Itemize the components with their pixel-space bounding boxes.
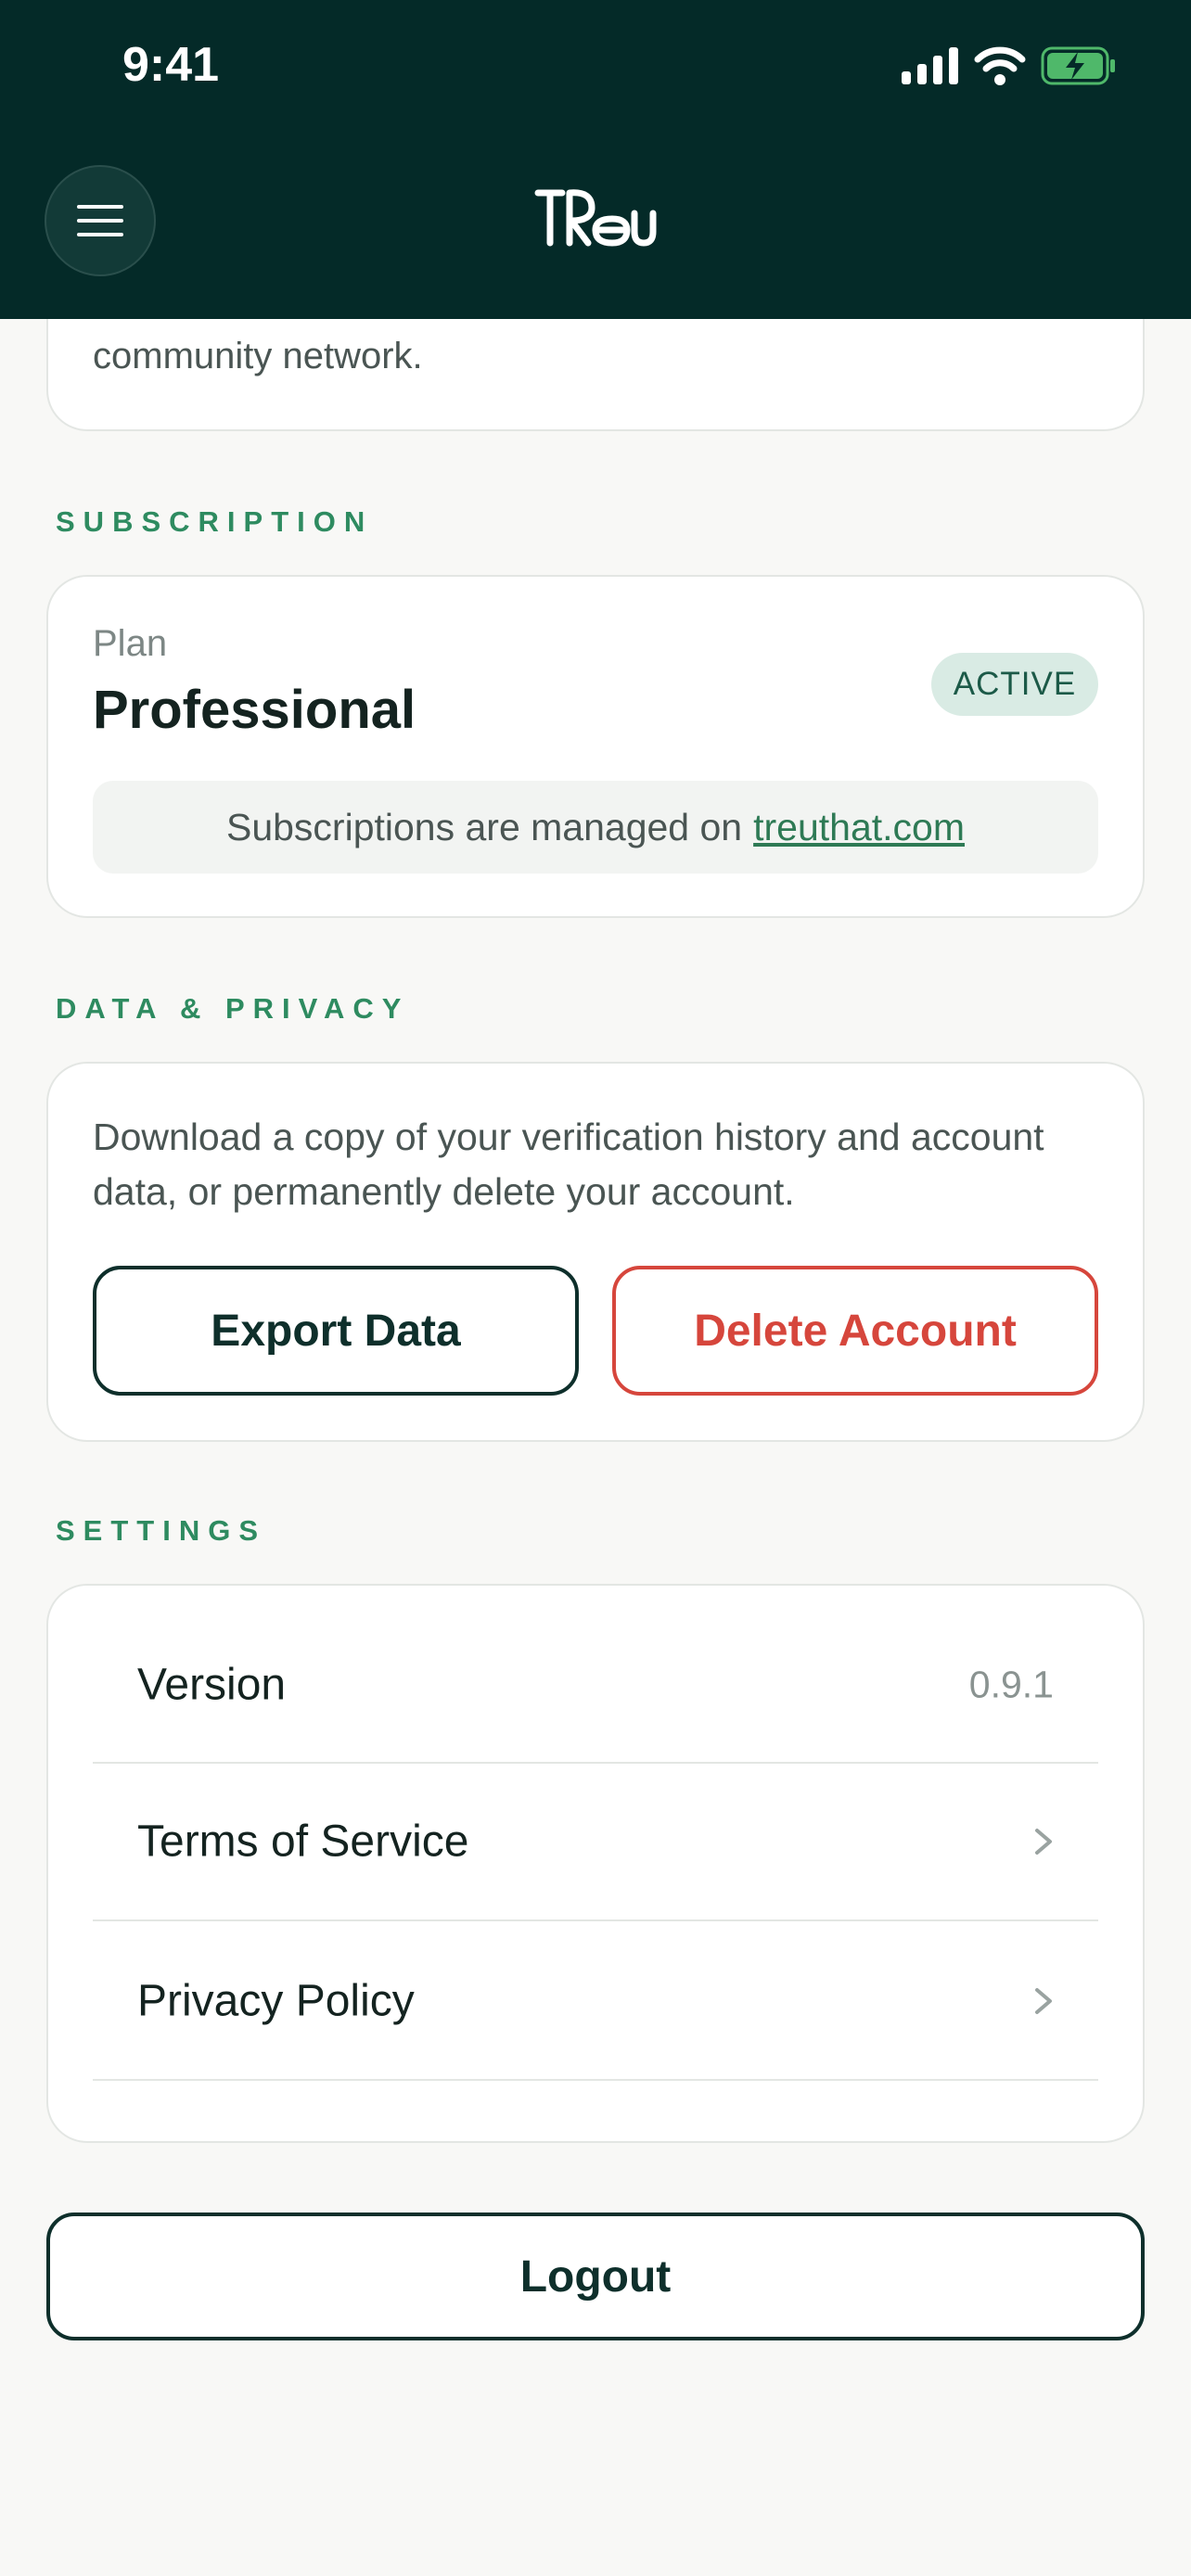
hamburger-menu-icon [77,205,123,236]
managed-text: Subscriptions are managed on [225,805,743,848]
plan-label: Plan [93,623,168,664]
settings-card: Version 0.9.1 Terms of Service Privacy P… [46,1584,1145,2143]
data-privacy-section-label: DATA & PRIVACY [56,992,410,1025]
chevron-right-icon [1035,1829,1052,1855]
data-privacy-card: Download a copy of your verification his… [46,1062,1145,1442]
subscription-card: Plan Professional ACTIVE Subscriptions a… [46,575,1145,918]
chevron-right-icon [1035,1988,1052,2014]
cellular-signal-icon [902,47,958,84]
treuthat-link[interactable]: treuthat.com [753,806,965,849]
status-icons [902,46,1117,85]
subscription-managed-note: Subscriptions are managed on treuthat.co… [93,781,1098,874]
settings-row-terms[interactable]: Terms of Service [93,1764,1098,1921]
privacy-label: Privacy Policy [137,1976,415,2026]
terms-label: Terms of Service [137,1817,469,1867]
scroll-content[interactable]: community network. SUBSCRIPTION Plan Pro… [0,0,1191,2576]
settings-row-version: Version 0.9.1 [93,1608,1098,1764]
treu-logo [534,189,657,247]
status-time: 9:41 [122,38,220,92]
version-label: Version [137,1660,287,1710]
settings-row-privacy[interactable]: Privacy Policy [93,1923,1098,2081]
app-header: 9:41 [0,0,1191,319]
export-data-button[interactable]: Export Data [93,1266,579,1396]
version-value: 0.9.1 [968,1663,1054,1706]
logout-button[interactable]: Logout [46,2213,1145,2340]
settings-section-label: SETTINGS [56,1514,267,1547]
subscription-section-label: SUBSCRIPTION [56,505,374,538]
data-privacy-description: Download a copy of your verification his… [93,1116,1044,1213]
wifi-icon [974,46,1026,85]
plan-name: Professional [93,680,416,740]
delete-account-button[interactable]: Delete Account [612,1266,1098,1396]
status-badge: ACTIVE [931,653,1098,716]
menu-button[interactable] [45,165,156,276]
about-card-text: community network. [93,336,423,376]
battery-charging-icon [1041,46,1115,85]
